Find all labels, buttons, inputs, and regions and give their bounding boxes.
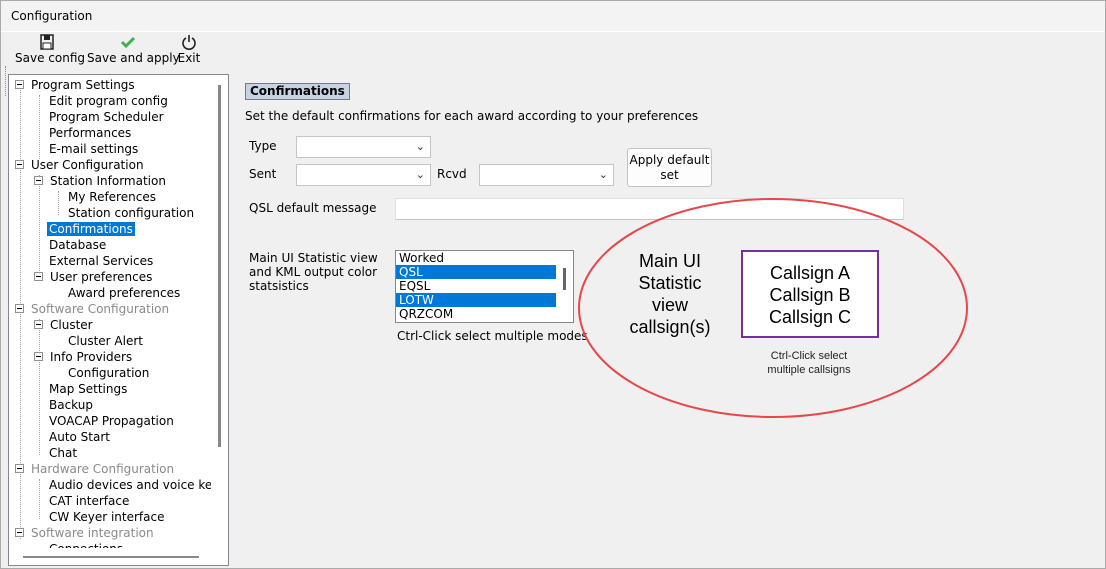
tree-item-cluster[interactable]: Cluster <box>34 317 93 333</box>
save-and-apply-label: Save and apply <box>87 51 180 65</box>
list-item-worked[interactable]: Worked <box>396 251 556 265</box>
tree-item-program-settings[interactable]: Program Settings <box>15 77 135 93</box>
annotation-main-text: Main UI Statistic view callsign(s) <box>629 251 711 337</box>
tree-vertical-scrollbar[interactable] <box>211 75 228 541</box>
tree-item-info-providers[interactable]: Info Providers <box>34 349 132 365</box>
tree-branch-line <box>58 191 59 215</box>
toolbar-grip <box>5 66 7 96</box>
tree-branch-line <box>39 479 40 519</box>
chevron-down-icon: ⌄ <box>415 140 425 153</box>
configuration-window: Configuration Save config Save and apply… <box>0 0 1106 569</box>
toolbar: Save config Save and apply Exit <box>1 31 1105 96</box>
tree-item-configuration[interactable]: Configuration <box>68 365 149 381</box>
title-bar: Configuration <box>1 1 1105 31</box>
rcvd-label: Rcvd <box>437 167 467 181</box>
tree-item-my-references[interactable]: My References <box>68 189 156 205</box>
scrollbar-thumb[interactable] <box>563 268 566 290</box>
exit-button[interactable]: Exit <box>177 34 201 68</box>
tree-item-chat[interactable]: Chat <box>49 445 77 461</box>
list-item-eqsl[interactable]: EQSL <box>396 279 556 293</box>
collapse-icon[interactable] <box>15 528 24 537</box>
list-item-qrzcom[interactable]: QRZCOM <box>396 307 556 321</box>
checkmark-icon <box>87 34 169 50</box>
apply-default-line1: Apply default <box>629 153 710 167</box>
callsign-listbox[interactable]: Callsign A Callsign B Callsign C <box>741 250 879 338</box>
scrollbar-thumb[interactable] <box>23 556 199 558</box>
list-item-callsign-b[interactable]: Callsign B <box>743 284 877 306</box>
save-config-button[interactable]: Save config <box>15 34 85 68</box>
tree-item-software-integration[interactable]: Software integration <box>15 525 154 541</box>
tree-item-cw-keyer-interface[interactable]: CW Keyer interface <box>49 509 164 525</box>
tree-item-award-preferences[interactable]: Award preferences <box>68 285 180 301</box>
type-dropdown[interactable]: ⌄ <box>296 136 431 158</box>
sent-label: Sent <box>249 167 277 181</box>
save-and-apply-button[interactable]: Save and apply <box>87 34 180 68</box>
collapse-icon[interactable] <box>34 352 43 361</box>
tree-item-backup[interactable]: Backup <box>49 397 93 413</box>
tree-item-voacap-propagation[interactable]: VOACAP Propagation <box>49 413 174 429</box>
collapse-icon[interactable] <box>15 80 24 89</box>
chevron-down-icon: ⌄ <box>415 168 425 181</box>
collapse-icon[interactable] <box>34 320 43 329</box>
collapse-icon[interactable] <box>15 304 24 313</box>
tree-item-program-scheduler[interactable]: Program Scheduler <box>49 109 164 125</box>
type-label: Type <box>249 139 277 153</box>
list-item-callsign-a[interactable]: Callsign A <box>743 262 877 284</box>
tree-item-confirmations[interactable]: Confirmations <box>47 221 135 237</box>
power-icon <box>177 34 201 50</box>
statistic-view-label: Main UI Statistic view and KML output co… <box>249 251 378 293</box>
tree-item-database[interactable]: Database <box>49 237 106 253</box>
tree-item-user-configuration[interactable]: User Configuration <box>15 157 144 173</box>
settings-tree[interactable]: Program Settings Edit program config Pro… <box>8 74 229 566</box>
window-title: Configuration <box>11 9 93 23</box>
tree-branch-line <box>39 319 40 455</box>
collapse-icon[interactable] <box>15 464 24 473</box>
collapse-icon[interactable] <box>34 176 43 185</box>
qsl-message-label: QSL default message <box>249 201 377 215</box>
tree-item-map-settings[interactable]: Map Settings <box>49 381 127 397</box>
tree-item-station-information[interactable]: Station Information <box>34 173 166 189</box>
tree-item-external-services[interactable]: External Services <box>49 253 153 269</box>
tree-item-station-configuration[interactable]: Station configuration <box>68 205 194 221</box>
tree-item-cat-interface[interactable]: CAT interface <box>49 493 129 509</box>
tree-item-hardware-configuration[interactable]: Hardware Configuration <box>15 461 174 477</box>
tree-item-cluster-alert[interactable]: Cluster Alert <box>68 333 143 349</box>
tree-item-email-settings[interactable]: E-mail settings <box>49 141 138 157</box>
tree-horizontal-scrollbar[interactable] <box>9 548 228 565</box>
listbox-scrollbar[interactable] <box>556 251 573 322</box>
list-item-qsl[interactable]: QSL <box>396 265 556 279</box>
floppy-disk-icon <box>15 34 79 50</box>
exit-label: Exit <box>177 51 201 65</box>
sent-dropdown[interactable]: ⌄ <box>296 164 431 186</box>
apply-default-line2: set <box>660 168 679 182</box>
callsigns-hint: Ctrl-Click select multiple callsigns <box>767 350 851 376</box>
save-config-label: Save config <box>15 51 85 65</box>
tree-branch-line <box>39 95 40 159</box>
collapse-icon[interactable] <box>34 272 43 281</box>
section-title: Confirmations <box>245 83 350 100</box>
tree-item-software-configuration[interactable]: Software Configuration <box>15 301 169 317</box>
tree-branch-line <box>39 175 40 279</box>
modes-listbox[interactable]: Worked QSL EQSL LOTW QRZCOM <box>395 250 574 323</box>
modes-hint: Ctrl-Click select multiple modes <box>397 329 588 343</box>
tree-item-edit-program-config[interactable]: Edit program config <box>49 93 168 109</box>
list-item-lotw[interactable]: LOTW <box>396 293 556 307</box>
tree-item-auto-start[interactable]: Auto Start <box>49 429 110 445</box>
collapse-icon[interactable] <box>15 160 24 169</box>
rcvd-dropdown[interactable]: ⌄ <box>479 164 614 186</box>
chevron-down-icon: ⌄ <box>598 168 608 181</box>
scrollbar-thumb[interactable] <box>218 85 221 447</box>
section-description: Set the default confirmations for each a… <box>245 109 699 123</box>
tree-item-audio-devices[interactable]: Audio devices and voice keye <box>49 477 227 493</box>
list-item-callsign-c[interactable]: Callsign C <box>743 306 877 328</box>
tree-item-user-preferences[interactable]: User preferences <box>34 269 152 285</box>
apply-default-set-button[interactable]: Apply default set <box>627 148 712 187</box>
tree-item-performances[interactable]: Performances <box>49 125 131 141</box>
